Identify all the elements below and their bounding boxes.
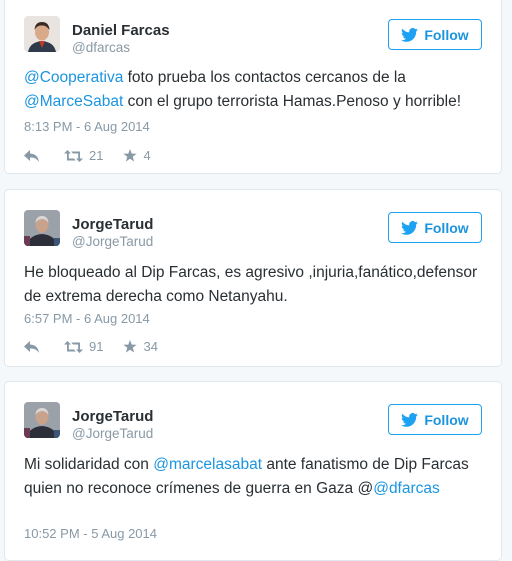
user-handle[interactable]: @JorgeTarud [72,234,153,249]
favorite-count: 4 [143,148,151,163]
tweet-text-segment: He bloqueado al Dip Farcas, es agresivo … [24,264,478,305]
retweet-count: 21 [89,148,104,163]
retweet-icon [64,149,83,162]
twitter-bird-icon [401,220,419,235]
mention-link[interactable]: @Cooperativa [24,69,123,86]
twitter-bird-icon [401,27,419,42]
user-name[interactable]: JorgeTarud [72,408,153,425]
avatar[interactable] [24,16,60,52]
follow-label: Follow [424,411,469,428]
avatar[interactable] [24,402,60,438]
twitter-bird-icon [401,412,419,427]
retweet-button[interactable]: 21 [64,148,103,163]
user-name[interactable]: JorgeTarud [72,216,153,233]
reply-button[interactable] [24,340,40,353]
follow-button[interactable]: Follow [388,19,482,50]
tweet-card: Daniel Farcas @dfarcas Follow @Cooperati… [4,0,502,174]
user-name[interactable]: Daniel Farcas [72,22,170,39]
star-icon [123,149,138,162]
tweet-actions: 91 34 [24,339,158,354]
favorite-button[interactable]: 4 [123,148,151,163]
timestamp[interactable]: 6:57 PM - 6 Aug 2014 [24,311,150,326]
tweet-card: JorgeTarud @JorgeTarud Follow He bloquea… [4,189,502,367]
user-handle[interactable]: @dfarcas [72,40,130,55]
tweet-text-segment: foto prueba los contactos cercanos de la [123,69,406,86]
tweet-text: Mi solidaridad con @marcelasabat ante fa… [24,453,487,501]
follow-button[interactable]: Follow [388,212,482,243]
tweet-text: @Cooperativa foto prueba los contactos c… [24,66,487,114]
timestamp[interactable]: 10:52 PM - 5 Aug 2014 [24,526,157,541]
user-handle[interactable]: @JorgeTarud [72,426,153,441]
follow-button[interactable]: Follow [388,404,482,435]
reply-icon [24,149,39,162]
retweet-icon [64,340,83,353]
retweet-button[interactable]: 91 [64,339,103,354]
reply-icon [24,340,39,353]
avatar[interactable] [24,210,60,246]
mention-link[interactable]: @marcelasabat [153,456,262,473]
follow-label: Follow [424,26,469,43]
tweet-text: He bloqueado al Dip Farcas, es agresivo … [24,261,487,309]
tweet-card: JorgeTarud @JorgeTarud Follow Mi solidar… [4,381,502,561]
mention-link[interactable]: @MarceSabat [24,93,123,110]
follow-label: Follow [424,219,469,236]
tweet-text-segment: Mi solidaridad con [24,456,154,473]
favorite-count: 34 [143,339,158,354]
mention-link[interactable]: @dfarcas [373,480,440,497]
tweet-actions: 21 4 [24,148,151,163]
favorite-button[interactable]: 34 [123,339,158,354]
reply-button[interactable] [24,149,40,162]
tweet-text-segment: con el grupo terrorista Hamas.Penoso y h… [123,93,462,110]
star-icon [123,340,138,353]
timestamp[interactable]: 8:13 PM - 6 Aug 2014 [24,119,150,134]
retweet-count: 91 [89,339,104,354]
